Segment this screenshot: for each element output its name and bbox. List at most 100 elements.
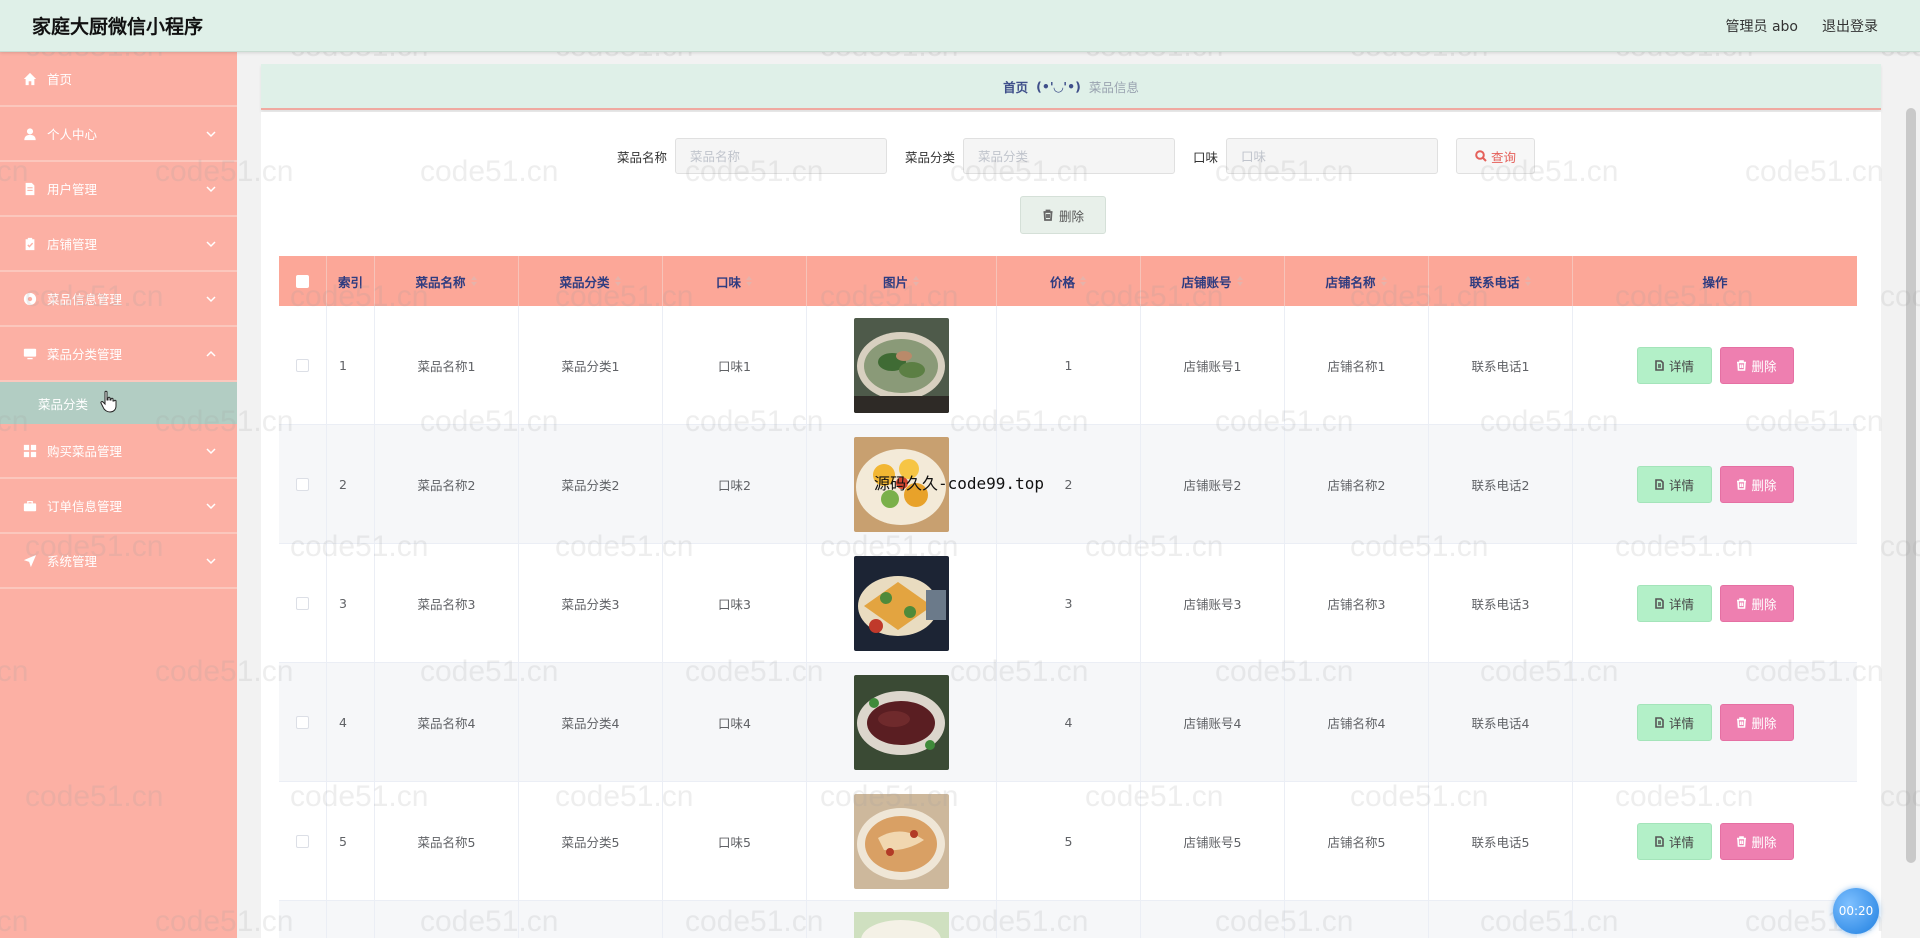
column-header-image[interactable]: 图片: [807, 256, 997, 306]
delete-button[interactable]: 删除: [1719, 465, 1794, 503]
price-cell: 3: [997, 544, 1141, 662]
column-header-label: 联系电话: [1469, 274, 1520, 290]
row-checkbox[interactable]: [296, 715, 309, 729]
batch-delete-button[interactable]: 删除: [1020, 196, 1106, 234]
breadcrumb-home[interactable]: 首页: [1003, 77, 1028, 96]
sidebar-item-dish-category-management[interactable]: 菜品分类管理: [0, 327, 237, 382]
sidebar-item-label: 首页: [47, 72, 73, 87]
sidebar-item-shop-management[interactable]: 店铺管理: [0, 217, 237, 272]
category-cell: [519, 901, 663, 938]
sort-icon[interactable]: [745, 276, 753, 286]
category-cell: 菜品分类5: [519, 782, 663, 900]
vertical-scrollbar[interactable]: [1906, 108, 1916, 863]
table-row: 5 菜品名称5 菜品分类5 口味5 5 店铺账号5 店铺名称5 联系电话5 详情…: [279, 782, 1857, 901]
detail-button[interactable]: 详情: [1636, 584, 1712, 622]
dish-name-input[interactable]: [674, 138, 887, 174]
timer-badge[interactable]: 00:20: [1833, 888, 1879, 934]
detail-button-label: 详情: [1668, 834, 1694, 850]
delete-button[interactable]: 删除: [1719, 822, 1794, 860]
dish-image[interactable]: [854, 317, 949, 413]
column-header-shop[interactable]: 店铺名称: [1285, 256, 1429, 306]
detail-button[interactable]: 详情: [1636, 703, 1712, 741]
phone-cell: 联系电话3: [1429, 544, 1573, 662]
monitor-icon: [23, 347, 37, 361]
dish-category-input[interactable]: [963, 138, 1175, 174]
taste-input[interactable]: [1226, 138, 1439, 174]
select-all-checkbox[interactable]: [296, 274, 309, 288]
sidebar-item-purchase-dish-management[interactable]: 购买菜品管理: [0, 424, 237, 479]
index-cell: 1: [327, 306, 375, 424]
header-actions: 管理员 abo 退出登录: [1726, 16, 1878, 36]
detail-button-label: 详情: [1668, 358, 1694, 374]
main-area: 首页 (•'◡'•) 菜品信息 菜品名称 菜品分类 口味 查询 删除 索引 菜品…: [237, 52, 1920, 938]
sidebar: 首页 个人中心 用户管理 店铺管理 菜品信息管理 菜品分类管理 菜品分类 购买菜…: [0, 52, 237, 938]
row-select-cell: [279, 306, 327, 424]
column-header-label: 菜品名称: [415, 274, 466, 290]
name-cell: 菜品名称4: [375, 663, 519, 781]
column-header-price[interactable]: 价格: [997, 256, 1141, 306]
taste-cell: 口味2: [663, 425, 807, 543]
delete-button-label: 删除: [1751, 834, 1777, 850]
index-cell: 3: [327, 544, 375, 662]
name-cell: 菜品名称2: [375, 425, 519, 543]
taste-cell: 口味5: [663, 782, 807, 900]
operations-cell: 详情 删除: [1573, 663, 1857, 781]
row-checkbox[interactable]: [296, 596, 309, 610]
dish-image[interactable]: [854, 555, 949, 651]
sidebar-item-dish-info-management[interactable]: 菜品信息管理: [0, 272, 237, 327]
table-row: 1 菜品名称1 菜品分类1 口味1 1 店铺账号1 店铺名称1 联系电话1 详情…: [279, 306, 1857, 425]
taste-cell: [663, 901, 807, 938]
detail-button[interactable]: 详情: [1636, 465, 1712, 503]
column-header-account[interactable]: 店铺账号: [1141, 256, 1285, 306]
image-cell: [807, 663, 997, 781]
sort-icon[interactable]: [470, 276, 478, 286]
admin-user-label[interactable]: 管理员 abo: [1726, 16, 1798, 36]
document-icon: [1655, 716, 1664, 728]
dish-image[interactable]: [854, 912, 949, 938]
taste-cell: 口味3: [663, 544, 807, 662]
sort-icon[interactable]: [1236, 276, 1244, 286]
column-header-phone[interactable]: 联系电话: [1429, 256, 1573, 306]
column-header-category[interactable]: 菜品分类: [519, 256, 663, 306]
sort-icon[interactable]: [1079, 276, 1087, 286]
sidebar-item-home[interactable]: 首页: [0, 52, 237, 107]
sort-icon[interactable]: [614, 276, 622, 286]
sidebar-item-user-management[interactable]: 用户管理: [0, 162, 237, 217]
dish-image[interactable]: [854, 793, 949, 889]
delete-button[interactable]: 删除: [1719, 703, 1794, 741]
chevron-down-icon: [205, 238, 217, 250]
detail-button[interactable]: 详情: [1636, 822, 1712, 860]
logout-link[interactable]: 退出登录: [1822, 16, 1878, 36]
column-header-taste[interactable]: 口味: [663, 256, 807, 306]
row-select-cell: [279, 901, 327, 938]
sidebar-item-personal-center[interactable]: 个人中心: [0, 107, 237, 162]
row-select-cell: [279, 663, 327, 781]
sidebar-item-system-management[interactable]: 系统管理: [0, 534, 237, 589]
row-checkbox[interactable]: [296, 358, 309, 372]
row-checkbox[interactable]: [296, 834, 309, 848]
detail-button[interactable]: 详情: [1636, 346, 1712, 384]
dish-image[interactable]: [854, 674, 949, 770]
category-cell: 菜品分类3: [519, 544, 663, 662]
operations-cell: 详情 删除: [1573, 425, 1857, 543]
delete-button[interactable]: 删除: [1719, 584, 1794, 622]
sort-icon[interactable]: [912, 276, 920, 286]
operations-cell: 详情 删除: [1573, 782, 1857, 900]
document-icon: [1655, 597, 1664, 609]
delete-button-label: 删除: [1751, 596, 1777, 612]
search-icon: [1475, 150, 1487, 162]
column-header-name[interactable]: 菜品名称: [375, 256, 519, 306]
sort-icon[interactable]: [1524, 276, 1532, 286]
breadcrumb-current: 菜品信息: [1088, 79, 1139, 95]
query-button-label: 查询: [1491, 149, 1517, 165]
chevron-down-icon: [205, 445, 217, 457]
query-button[interactable]: 查询: [1456, 138, 1536, 174]
sidebar-item-order-info-management[interactable]: 订单信息管理: [0, 479, 237, 534]
delete-button[interactable]: 删除: [1719, 346, 1794, 384]
column-header-label: 索引: [337, 274, 363, 290]
sidebar-item-label: 个人中心: [47, 127, 98, 142]
sort-icon[interactable]: [1380, 276, 1388, 286]
row-checkbox[interactable]: [296, 477, 309, 491]
shop-cell: 店铺名称2: [1285, 425, 1429, 543]
trash-icon: [1737, 716, 1747, 728]
